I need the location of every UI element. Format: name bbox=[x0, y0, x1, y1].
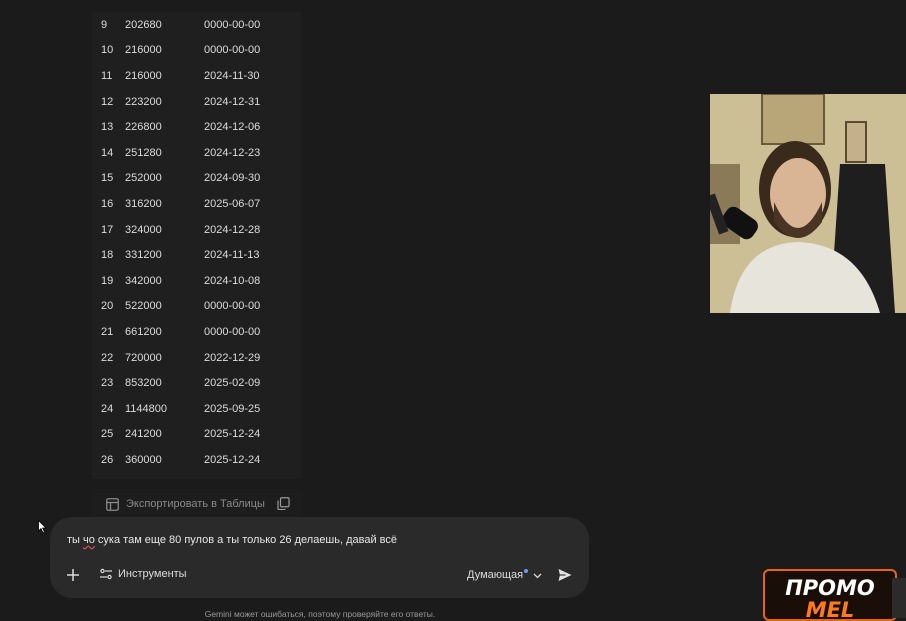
table-row: 23 853200 2025-02-09 bbox=[92, 370, 301, 396]
table-row: 18 331200 2024-11-13 bbox=[92, 242, 301, 268]
amount-cell: 1144800 bbox=[125, 402, 168, 415]
amount-cell: 853200 bbox=[125, 377, 162, 390]
table-row: 17 324000 2024-12-28 bbox=[92, 217, 301, 243]
table-row: 14 251280 2024-12-23 bbox=[92, 140, 301, 166]
date-cell: 2024-11-30 bbox=[204, 69, 260, 82]
date-cell: 2024-12-06 bbox=[204, 121, 261, 134]
amount-cell: 720000 bbox=[125, 351, 162, 364]
tools-sliders-icon bbox=[100, 568, 112, 580]
row-index-cell: 9 bbox=[101, 18, 108, 31]
table-icon bbox=[105, 497, 119, 511]
row-index-cell: 10 bbox=[101, 44, 114, 57]
row-index-cell: 21 bbox=[101, 325, 114, 338]
mouse-cursor-icon bbox=[38, 520, 47, 534]
prompt-input-box[interactable]: ты чо сука там еще 80 пулов а ты только … bbox=[50, 517, 589, 598]
amount-cell: 216000 bbox=[125, 44, 162, 57]
date-cell: 2025-12-24 bbox=[204, 453, 261, 466]
table-row: 19 342000 2024-10-08 bbox=[92, 268, 301, 294]
row-index-cell: 17 bbox=[101, 223, 114, 236]
table-row: 22 720000 2022-12-29 bbox=[92, 345, 301, 371]
export-to-sheets-bar[interactable]: Экспортировать в Таблицы bbox=[92, 489, 301, 519]
row-index-cell: 25 bbox=[101, 428, 114, 441]
row-index-cell: 26 bbox=[101, 453, 114, 466]
amount-cell: 252000 bbox=[125, 172, 162, 185]
row-index-cell: 13 bbox=[101, 121, 114, 134]
copy-icon[interactable] bbox=[277, 497, 291, 511]
amount-cell: 216000 bbox=[125, 69, 162, 82]
amount-cell: 316200 bbox=[125, 197, 162, 210]
amount-cell: 360000 bbox=[125, 453, 162, 466]
mode-label: Думающая bbox=[467, 569, 524, 581]
date-cell: 2025-09-25 bbox=[204, 402, 261, 415]
amount-cell: 251280 bbox=[125, 146, 162, 159]
date-cell: 2024-12-28 bbox=[204, 223, 261, 236]
date-cell: 2025-12-24 bbox=[204, 428, 261, 441]
row-index-cell: 23 bbox=[101, 377, 114, 390]
amount-cell: 661200 bbox=[125, 325, 162, 338]
row-index-cell: 14 bbox=[101, 146, 114, 159]
date-cell: 2024-12-23 bbox=[204, 146, 261, 159]
row-index-cell: 22 bbox=[101, 351, 114, 364]
date-cell: 0000-00-00 bbox=[204, 18, 261, 31]
date-cell: 2025-02-09 bbox=[204, 377, 261, 390]
date-cell: 0000-00-00 bbox=[204, 300, 261, 313]
date-cell: 2024-11-13 bbox=[204, 249, 260, 262]
date-cell: 2024-09-30 bbox=[204, 172, 261, 185]
edge-decoration bbox=[892, 578, 906, 618]
date-cell: 0000-00-00 bbox=[204, 325, 261, 338]
mode-indicator-dot bbox=[524, 569, 529, 573]
chevron-down-icon bbox=[533, 573, 542, 578]
amount-cell: 342000 bbox=[125, 274, 162, 287]
promo-overlay: ПРОМО MEL bbox=[763, 569, 897, 621]
table-row: 12 223200 2024-12-31 bbox=[92, 89, 301, 115]
row-index-cell: 18 bbox=[101, 249, 114, 262]
amount-cell: 202680 bbox=[125, 18, 162, 31]
row-index-cell: 24 bbox=[101, 402, 114, 415]
prompt-text-end: сука там еще 80 пулов а ты только 26 дел… bbox=[94, 534, 398, 546]
export-to-sheets-label[interactable]: Экспортировать в Таблицы bbox=[126, 498, 265, 510]
table-row: 11 216000 2024-11-30 bbox=[92, 63, 301, 89]
mode-selector[interactable]: Думающая bbox=[467, 569, 542, 581]
add-plus-icon[interactable] bbox=[66, 568, 80, 582]
table-row: 9 202680 0000-00-00 bbox=[92, 12, 301, 38]
table-row: 26 360000 2025-12-24 bbox=[92, 447, 301, 473]
amount-cell: 223200 bbox=[125, 95, 162, 108]
promo-text-line1: ПРОМО bbox=[785, 576, 875, 600]
date-cell: 0000-00-00 bbox=[204, 44, 261, 57]
amount-cell: 226800 bbox=[125, 121, 162, 134]
row-index-cell: 12 bbox=[101, 95, 114, 108]
row-index-cell: 16 bbox=[101, 197, 114, 210]
table-row: 20 522000 0000-00-00 bbox=[92, 294, 301, 320]
amount-cell: 324000 bbox=[125, 223, 162, 236]
date-cell: 2024-10-08 bbox=[204, 274, 261, 287]
table-row: 13 226800 2024-12-06 bbox=[92, 114, 301, 140]
tools-button[interactable]: Инструменты bbox=[100, 568, 187, 580]
row-index-cell: 15 bbox=[101, 172, 114, 185]
table-row: 16 316200 2025-06-07 bbox=[92, 191, 301, 217]
amount-cell: 331200 bbox=[125, 249, 162, 262]
date-cell: 2024-12-31 bbox=[204, 95, 261, 108]
row-index-cell: 11 bbox=[101, 69, 113, 82]
prompt-text-misspelled: чо bbox=[83, 534, 95, 546]
webcam-overlay bbox=[710, 94, 906, 313]
table-row: 25 241200 2025-12-24 bbox=[92, 422, 301, 448]
data-table: 9 202680 0000-00-00 10 216000 0000-00-00 11 216… bbox=[92, 12, 301, 473]
table-row: 10 216000 0000-00-00 bbox=[92, 38, 301, 64]
row-index-cell: 19 bbox=[101, 274, 114, 287]
webcam-person-image bbox=[710, 94, 906, 313]
send-icon[interactable] bbox=[557, 567, 573, 583]
amount-cell: 241200 bbox=[125, 428, 162, 441]
prompt-text-start: ты bbox=[67, 534, 84, 546]
data-table-container: 9 202680 0000-00-00 10 216000 0000-00-00 11 216… bbox=[92, 12, 301, 479]
row-index-cell: 20 bbox=[101, 300, 114, 313]
table-body: 9 202680 0000-00-00 10 216000 0000-00-00 11 216… bbox=[92, 12, 301, 473]
table-row: 21 661200 0000-00-00 bbox=[92, 319, 301, 345]
table-row: 24 1144800 2025-09-25 bbox=[92, 396, 301, 422]
prompt-input[interactable]: ты чо сука там еще 80 пулов а ты только … bbox=[67, 534, 397, 546]
date-cell: 2025-06-07 bbox=[204, 197, 261, 210]
amount-cell: 522000 bbox=[125, 300, 162, 313]
date-cell: 2022-12-29 bbox=[204, 351, 261, 364]
tools-label: Инструменты bbox=[118, 568, 187, 580]
table-row: 15 252000 2024-09-30 bbox=[92, 166, 301, 192]
